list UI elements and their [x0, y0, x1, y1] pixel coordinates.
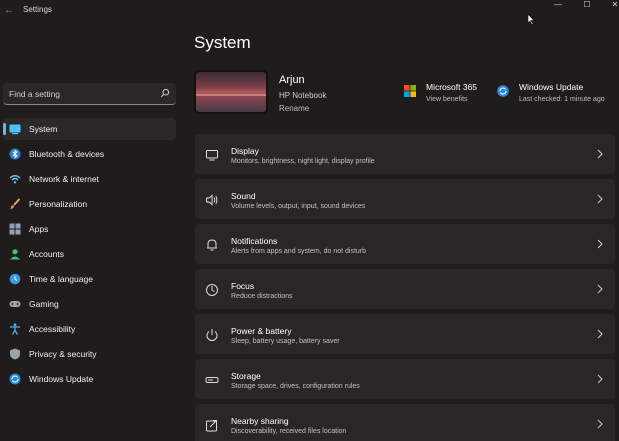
sidebar-item-personalization[interactable]: Personalization — [3, 193, 176, 215]
card-subtitle: Storage space, drives, configuration rul… — [231, 383, 360, 390]
card-title: Nearby sharing — [231, 416, 289, 426]
sidebar-nav: System Bluetooth & devices Network & int… — [0, 118, 178, 393]
card-subtitle: Volume levels, output, input, sound devi… — [231, 203, 366, 210]
sidebar-item-label: Accounts — [29, 249, 64, 259]
globe-clock-icon — [9, 273, 21, 285]
brush-icon — [10, 198, 21, 209]
chevron-right-icon — [597, 419, 603, 429]
sidebar-item-label: Personalization — [29, 199, 88, 209]
title-bar: ← Settings — ☐ ✕ — [0, 0, 619, 22]
settings-list: Display Monitors, brightness, night ligh… — [195, 134, 615, 441]
sidebar-item-label: Bluetooth & devices — [29, 149, 105, 159]
card-title: Storage — [231, 371, 261, 381]
focus-icon — [206, 284, 218, 296]
windows-update-title[interactable]: Windows Update — [519, 82, 583, 92]
device-model: HP Notebook — [279, 91, 327, 100]
microsoft-logo-icon[interactable] — [404, 85, 416, 97]
sidebar-item-label: Time & language — [29, 274, 93, 284]
chevron-right-icon — [597, 239, 603, 249]
bluetooth-icon — [9, 148, 21, 160]
card-display[interactable]: Display Monitors, brightness, night ligh… — [195, 134, 615, 174]
sidebar-item-accounts[interactable]: Accounts — [3, 243, 176, 265]
back-button[interactable]: ← — [2, 4, 16, 18]
rename-link[interactable]: Rename — [279, 104, 309, 113]
active-indicator — [3, 123, 6, 135]
storage-icon — [205, 377, 219, 383]
apps-icon — [9, 223, 21, 235]
microsoft365-subtitle[interactable]: View benefits — [426, 96, 468, 103]
sidebar-item-label: Privacy & security — [29, 349, 97, 359]
card-subtitle: Reduce distractions — [231, 293, 293, 300]
chevron-right-icon — [597, 374, 603, 384]
card-title: Focus — [231, 281, 255, 291]
card-sound[interactable]: Sound Volume levels, output, input, soun… — [195, 179, 615, 219]
search-box[interactable] — [3, 83, 176, 105]
card-subtitle: Sleep, battery usage, battery saver — [231, 338, 340, 345]
chevron-right-icon — [597, 149, 603, 159]
display-icon — [206, 150, 218, 161]
update-icon — [9, 373, 21, 385]
minimize-button[interactable]: — — [545, 0, 571, 12]
sidebar-item-windows-update[interactable]: Windows Update — [3, 368, 176, 390]
sidebar-item-label: Network & internet — [29, 174, 99, 184]
search-icon[interactable] — [160, 88, 170, 98]
device-wallpaper-thumbnail — [194, 70, 268, 114]
sidebar-item-network[interactable]: Network & internet — [3, 168, 176, 190]
share-icon — [206, 420, 217, 432]
windows-update-icon[interactable] — [497, 85, 509, 97]
power-icon — [206, 329, 218, 341]
mouse-cursor-icon — [528, 14, 535, 25]
microsoft365-title[interactable]: Microsoft 365 — [426, 82, 477, 92]
card-subtitle: Discoverability, received files location — [231, 428, 347, 435]
sidebar-item-label: Accessibility — [29, 324, 76, 334]
shield-icon — [10, 348, 20, 360]
app-title: Settings — [23, 5, 52, 14]
sidebar-item-label: System — [29, 124, 58, 134]
card-focus[interactable]: Focus Reduce distractions — [195, 269, 615, 309]
card-title: Power & battery — [231, 326, 292, 336]
speaker-icon — [206, 194, 218, 206]
sidebar-item-label: Gaming — [29, 299, 59, 309]
sidebar-item-time-language[interactable]: Time & language — [3, 268, 176, 290]
windows-update-subtitle[interactable]: Last checked: 1 minute ago — [519, 96, 605, 103]
accessibility-icon — [10, 323, 20, 335]
card-power-battery[interactable]: Power & battery Sleep, battery usage, ba… — [195, 314, 615, 354]
chevron-right-icon — [597, 194, 603, 204]
system-icon — [9, 124, 21, 135]
sidebar-item-privacy-security[interactable]: Privacy & security — [3, 343, 176, 365]
card-title: Sound — [231, 191, 256, 201]
device-name: Arjun — [279, 74, 305, 86]
accounts-icon — [10, 249, 20, 260]
bell-icon — [207, 239, 217, 251]
card-title: Display — [231, 146, 259, 156]
card-nearby-sharing[interactable]: Nearby sharing Discoverability, received… — [195, 404, 615, 441]
page-title: System — [194, 33, 251, 52]
close-button[interactable]: ✕ — [602, 0, 619, 12]
sidebar-item-accessibility[interactable]: Accessibility — [3, 318, 176, 340]
chevron-right-icon — [597, 284, 603, 294]
card-notifications[interactable]: Notifications Alerts from apps and syste… — [195, 224, 615, 264]
wifi-icon — [9, 175, 21, 184]
sidebar-item-label: Windows Update — [29, 374, 94, 384]
sidebar-item-system[interactable]: System — [3, 118, 176, 140]
gamepad-icon — [9, 301, 21, 307]
chevron-right-icon — [597, 329, 603, 339]
sidebar-item-label: Apps — [29, 224, 49, 234]
sidebar-item-bluetooth[interactable]: Bluetooth & devices — [3, 143, 176, 165]
card-storage[interactable]: Storage Storage space, drives, configura… — [195, 359, 615, 399]
maximize-button[interactable]: ☐ — [574, 0, 600, 12]
sidebar-item-apps[interactable]: Apps — [3, 218, 176, 240]
card-subtitle: Alerts from apps and system, do not dist… — [231, 248, 367, 255]
search-input[interactable] — [9, 87, 154, 101]
sidebar-item-gaming[interactable]: Gaming — [3, 293, 176, 315]
card-subtitle: Monitors, brightness, night light, displ… — [231, 158, 375, 165]
card-title: Notifications — [231, 236, 278, 246]
